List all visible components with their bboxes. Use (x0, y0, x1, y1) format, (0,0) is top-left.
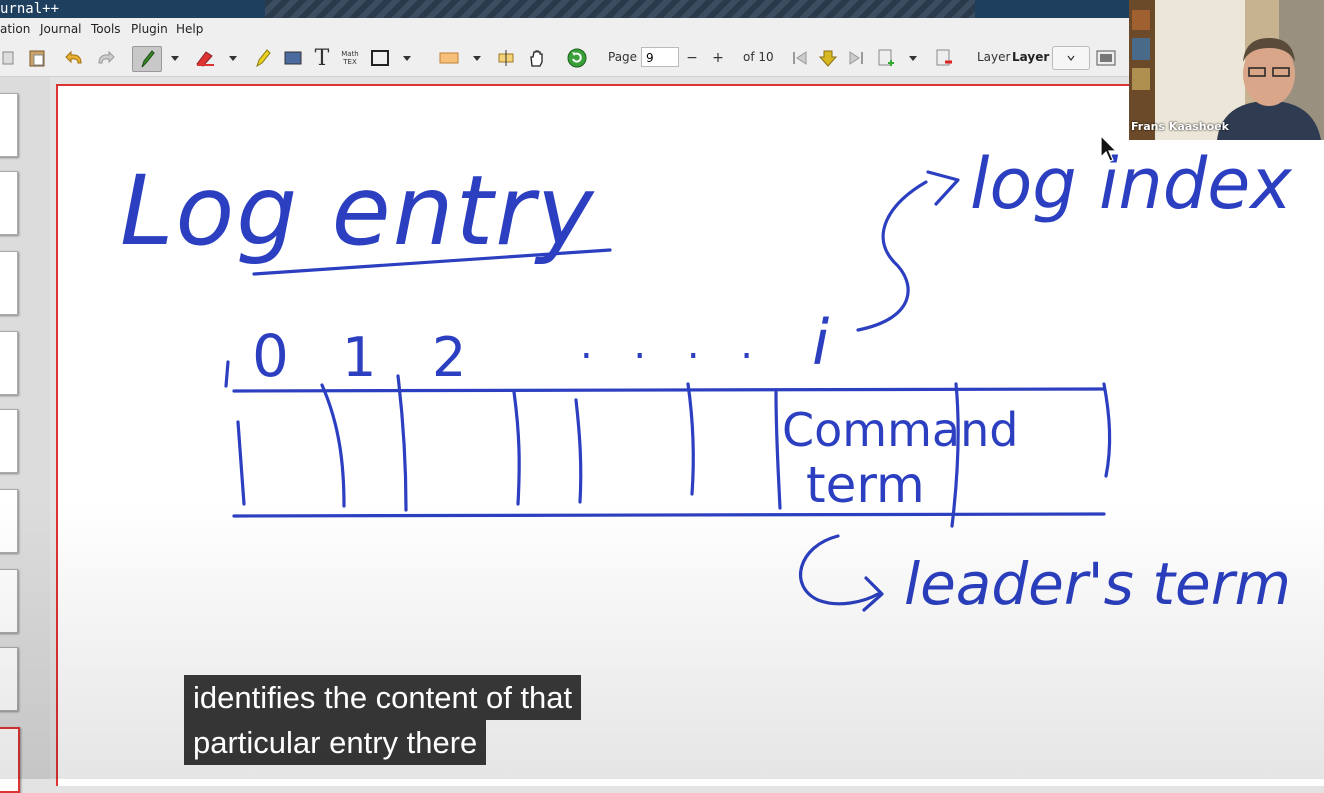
index-label-1: 1 (342, 326, 376, 389)
log-cell-divider (320, 383, 346, 508)
add-page-icon[interactable] (874, 46, 898, 70)
page-number-input[interactable]: 9 (641, 47, 679, 67)
index-label-ellipsis: . . . . (580, 322, 767, 368)
shape-dropdown-icon[interactable] (400, 46, 414, 70)
vertical-space-icon[interactable] (494, 46, 518, 70)
index-label-i: i (812, 306, 829, 379)
shape-rect-icon[interactable] (368, 46, 392, 70)
redo-icon[interactable] (94, 46, 116, 70)
log-cell-divider (396, 374, 408, 512)
menu-journal[interactable]: Journal (40, 22, 82, 36)
menu-tools[interactable]: Tools (91, 22, 121, 36)
leaders-term-arrow (799, 534, 880, 606)
log-cell-divider (1102, 382, 1112, 478)
next-layer-down-icon[interactable] (816, 46, 840, 70)
title-bar: urnal++ (0, 0, 1324, 18)
page-label: Page (608, 50, 638, 64)
log-cell-divider (574, 398, 583, 504)
index-label-2: 2 (432, 326, 466, 389)
caption-line-1: identifies the content of that (184, 675, 582, 720)
pen-tool-icon[interactable] (132, 46, 162, 72)
text-tool-icon[interactable]: T (310, 46, 334, 71)
toolbar: T Math TEX Page 9 − + of 10 Layer Layer … (0, 40, 1324, 77)
copy-icon[interactable] (0, 46, 18, 70)
log-index-arrow (856, 180, 928, 332)
caption-line-2: particular entry there (184, 720, 487, 765)
math-tex-icon[interactable]: Math TEX (338, 46, 362, 70)
webcam-feed (1129, 0, 1324, 140)
add-page-dropdown-icon[interactable] (906, 46, 920, 70)
cell-term-text: term (806, 456, 925, 514)
page-thumbnail[interactable] (0, 331, 18, 395)
index-label-0: 0 (252, 322, 289, 390)
menu-plugin[interactable]: Plugin (131, 22, 168, 36)
log-cell-divider (774, 390, 782, 510)
title-bar-pattern (265, 0, 975, 18)
image-tool-icon[interactable] (282, 46, 304, 70)
webcam-overlay: Frans Kaashoek (1129, 0, 1324, 140)
log-index-tick (224, 360, 230, 388)
page-thumbnail[interactable] (0, 569, 18, 633)
page-thumbnail[interactable] (0, 93, 18, 157)
log-cell-divider (512, 390, 521, 506)
leaders-term-text: leader's term (904, 550, 1291, 618)
page-thumbnail[interactable] (0, 647, 18, 711)
log-top-line (232, 387, 1106, 393)
menu-help[interactable]: Help (176, 22, 203, 36)
page-thumbnail[interactable] (0, 409, 18, 473)
paste-icon[interactable] (26, 46, 48, 70)
log-index-arrowhead (926, 170, 960, 206)
page-thumbnails-sidebar (0, 77, 50, 793)
refresh-icon[interactable] (564, 46, 590, 70)
first-page-icon[interactable] (788, 46, 812, 70)
layer-label: Layer (977, 50, 1011, 64)
select-rect-icon[interactable] (436, 46, 462, 70)
page-increment-button[interactable]: + (708, 46, 728, 70)
page-thumbnail[interactable] (0, 251, 18, 315)
page-thumbnail-current[interactable] (0, 727, 20, 793)
page-thumbnail[interactable] (0, 171, 18, 235)
menu-navigation[interactable]: ation (0, 22, 30, 36)
hand-tool-icon[interactable] (524, 46, 548, 70)
select-dropdown-icon[interactable] (470, 46, 484, 70)
log-bottom-line (232, 512, 1106, 518)
log-index-text: log index (970, 143, 1292, 225)
log-cell-divider (686, 382, 695, 496)
mouse-cursor-icon (1100, 134, 1118, 167)
delete-page-icon[interactable] (932, 46, 956, 70)
page-decrement-button[interactable]: − (682, 46, 702, 70)
participant-name: Frans Kaashoek (1131, 120, 1229, 133)
last-page-icon[interactable] (844, 46, 868, 70)
menu-bar: ation Journal Tools Plugin Help (0, 18, 1324, 40)
page-thumbnail[interactable] (0, 489, 18, 553)
page-total-label: of 10 (743, 50, 774, 64)
pen-dropdown-icon[interactable] (168, 46, 182, 70)
fullscreen-icon[interactable] (1094, 46, 1118, 70)
window-title: urnal++ (0, 1, 60, 17)
eraser-icon[interactable] (192, 46, 218, 70)
log-cell-divider (236, 420, 246, 506)
title-text: Log entry (120, 155, 596, 267)
undo-icon[interactable] (64, 46, 86, 70)
layer-dropdown-icon[interactable] (1052, 46, 1090, 70)
highlighter-icon[interactable] (252, 46, 274, 70)
eraser-dropdown-icon[interactable] (226, 46, 240, 70)
cell-command-text: Command (782, 403, 1018, 457)
